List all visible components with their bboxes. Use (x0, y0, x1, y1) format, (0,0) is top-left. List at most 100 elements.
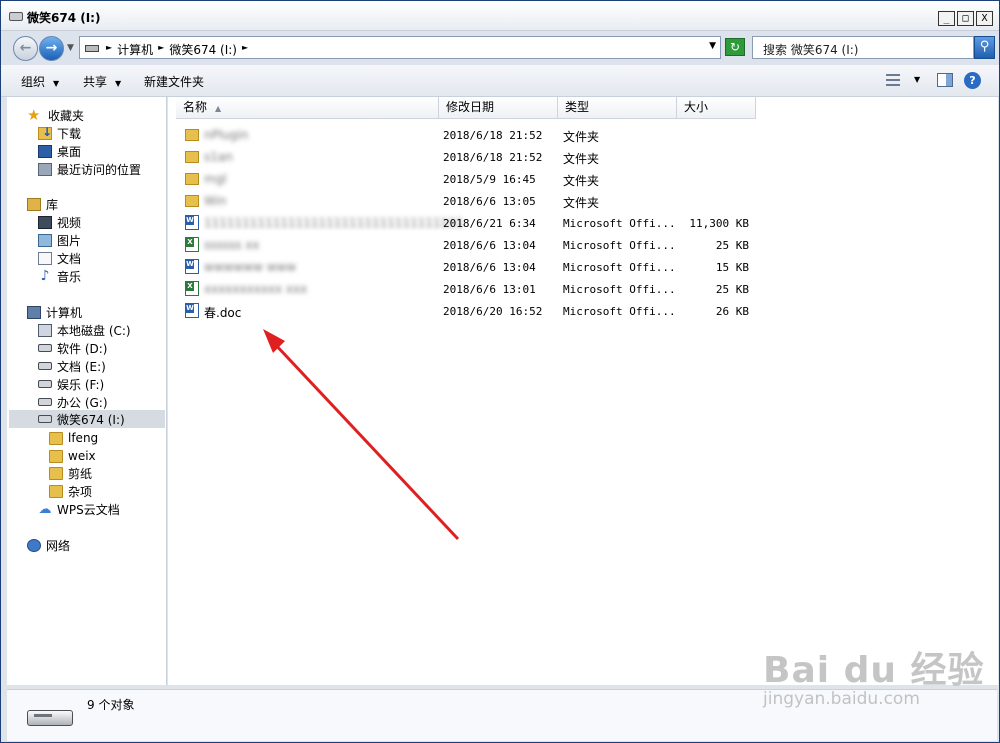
sidebar-item-drive-d[interactable]: 软件 (D:) (38, 339, 107, 357)
forward-button[interactable]: → (39, 36, 64, 61)
chevron-right-icon[interactable]: ► (158, 41, 164, 58)
sidebar-network[interactable]: 网络 (27, 536, 70, 554)
drive-icon (38, 344, 52, 352)
recent-pages-dropdown[interactable]: ▼ (67, 43, 74, 53)
file-row[interactable]: 春.doc 2018/6/20 16:52 Microsoft Offi... 26 … (180, 300, 980, 322)
computer-icon (27, 305, 41, 319)
sidebar-item-videos[interactable]: 视频 (38, 213, 81, 231)
word-doc-icon (185, 215, 199, 230)
search-placeholder: 搜索 微笑674 (I:) (763, 43, 859, 57)
address-history-dropdown[interactable]: ▼ (709, 41, 716, 51)
sidebar-label: 杂项 (68, 484, 93, 499)
video-icon (38, 215, 52, 229)
sidebar-computer[interactable]: 计算机 (27, 303, 82, 321)
sidebar-item-folder-jianzhi[interactable]: 剪纸 (49, 464, 92, 482)
sidebar-item-drive-e[interactable]: 文档 (E:) (38, 357, 106, 375)
file-name[interactable]: mgl (204, 172, 227, 186)
file-name[interactable]: 春.doc (204, 304, 241, 321)
file-date: 2018/6/6 13:04 (443, 261, 536, 274)
breadcrumb-drive[interactable]: 微笑674 (I:) (169, 41, 237, 58)
file-type: Microsoft Offi... (563, 261, 676, 274)
sidebar-item-documents[interactable]: 文档 (38, 249, 81, 267)
file-row[interactable]: nPlugin 2018/6/18 21:52 文件夹 (180, 124, 980, 146)
file-size: 11,300 KB (689, 217, 749, 230)
file-name[interactable]: Win (204, 194, 227, 208)
sidebar-item-downloads[interactable]: 下载 (38, 124, 81, 142)
item-count: 9 个对象 (87, 698, 135, 712)
folder-icon (49, 431, 63, 445)
new-folder-button[interactable]: 新建文件夹 (144, 73, 204, 90)
breadcrumb-computer[interactable]: 计算机 (117, 41, 153, 58)
preview-pane-icon[interactable] (937, 73, 953, 87)
sidebar-item-desktop[interactable]: 桌面 (38, 142, 81, 160)
change-view-icon[interactable] (886, 74, 900, 86)
title-bar[interactable]: 微笑674 (I:) _ □ X (1, 1, 999, 31)
downloads-folder-icon (38, 125, 52, 140)
sidebar-item-recent-places[interactable]: 最近访问的位置 (38, 160, 141, 178)
share-menu[interactable]: 共享 ▼ (83, 73, 121, 90)
sidebar-item-folder-weix[interactable]: weix (49, 447, 96, 465)
address-bar[interactable]: ► 计算机 ► 微笑674 (I:) ► ▼ (79, 36, 721, 59)
folder-icon (185, 195, 199, 207)
chevron-right-icon[interactable]: ► (106, 41, 112, 58)
file-name[interactable]: ssssss xx (204, 238, 260, 252)
sidebar-label: 办公 (G:) (57, 395, 108, 410)
column-header-name[interactable]: 名称 ▲ (176, 97, 439, 119)
music-note-icon: ♪ (40, 267, 50, 284)
organize-menu[interactable]: 组织 ▼ (21, 73, 59, 90)
sidebar-item-drive-g[interactable]: 办公 (G:) (38, 393, 108, 411)
file-date: 2018/6/6 13:01 (443, 283, 536, 296)
file-type: Microsoft Offi... (563, 283, 676, 296)
view-options-dropdown[interactable]: ▼ (914, 75, 920, 84)
sidebar-libraries[interactable]: 库 (27, 195, 58, 213)
folder-icon (185, 151, 199, 163)
sidebar-item-drive-f[interactable]: 娱乐 (F:) (38, 375, 104, 393)
search-input[interactable]: 搜索 微笑674 (I:) (752, 36, 974, 59)
file-type: 文件夹 (563, 130, 600, 144)
search-icon[interactable]: ⚲ (974, 36, 995, 59)
drive-icon (85, 45, 99, 52)
recent-places-icon (38, 162, 52, 176)
file-name[interactable]: wwwwww www (204, 260, 296, 274)
file-row[interactable]: ssssss xx 2018/6/6 13:04 Microsoft Offi...… (180, 234, 980, 256)
picture-icon (38, 233, 52, 247)
file-name[interactable]: xxxxxxxxxxx xxx (204, 282, 307, 296)
file-row[interactable]: xxxxxxxxxxx xxx 2018/6/6 13:01 Microsoft O… (180, 278, 980, 300)
minimize-button[interactable]: _ (938, 11, 955, 26)
file-row[interactable]: wwwwww www 2018/6/6 13:04 Microsoft Offi..… (180, 256, 980, 278)
sidebar-label: 收藏夹 (48, 108, 85, 123)
file-date: 2018/6/18 21:52 (443, 151, 543, 164)
column-header-date[interactable]: 修改日期 (439, 97, 558, 119)
sidebar-favorites[interactable]: ★ 收藏夹 (27, 106, 84, 124)
cloud-icon: ☁ (38, 501, 52, 517)
file-row[interactable]: 11111111111111111111111111111111112018/6… (180, 212, 980, 234)
file-name[interactable]: nPlugin (204, 128, 248, 142)
sidebar-item-wps-cloud[interactable]: ☁ WPS云文档 (38, 500, 120, 518)
sidebar-item-folder-zaxiang[interactable]: 杂项 (49, 482, 92, 500)
column-header-size[interactable]: 大小 (677, 97, 756, 119)
maximize-button[interactable]: □ (957, 11, 974, 26)
file-size: 26 KB (715, 305, 749, 318)
column-header-type[interactable]: 类型 (558, 97, 677, 119)
sidebar-label: 网络 (46, 538, 71, 553)
chevron-right-icon[interactable]: ► (242, 41, 248, 58)
excel-doc-icon (185, 281, 199, 296)
sidebar-item-folder-lfeng[interactable]: lfeng (49, 429, 98, 447)
desktop-icon (38, 144, 52, 158)
file-name[interactable]: 1111111111111111111111111111111111 (204, 216, 464, 230)
file-row[interactable]: Win 2018/6/6 13:05 文件夹 (180, 190, 980, 212)
sidebar-item-pictures[interactable]: 图片 (38, 231, 81, 249)
file-row[interactable]: mgl 2018/5/9 16:45 文件夹 (180, 168, 980, 190)
drive-icon (38, 362, 52, 370)
sidebar-item-drive-c[interactable]: 本地磁盘 (C:) (38, 321, 131, 339)
file-row[interactable]: s1an 2018/6/18 21:52 文件夹 (180, 146, 980, 168)
refresh-button[interactable]: ↻ (725, 38, 745, 56)
drive-icon (38, 398, 52, 406)
sidebar-item-drive-i[interactable]: 微笑674 (I:) (9, 410, 165, 428)
file-name[interactable]: s1an (204, 150, 233, 164)
help-icon[interactable]: ? (964, 72, 981, 89)
file-type: Microsoft Offi... (563, 305, 676, 318)
close-button[interactable]: X (976, 11, 993, 26)
back-button[interactable]: ← (13, 36, 38, 61)
sidebar-item-music[interactable]: ♪ 音乐 (38, 267, 81, 285)
